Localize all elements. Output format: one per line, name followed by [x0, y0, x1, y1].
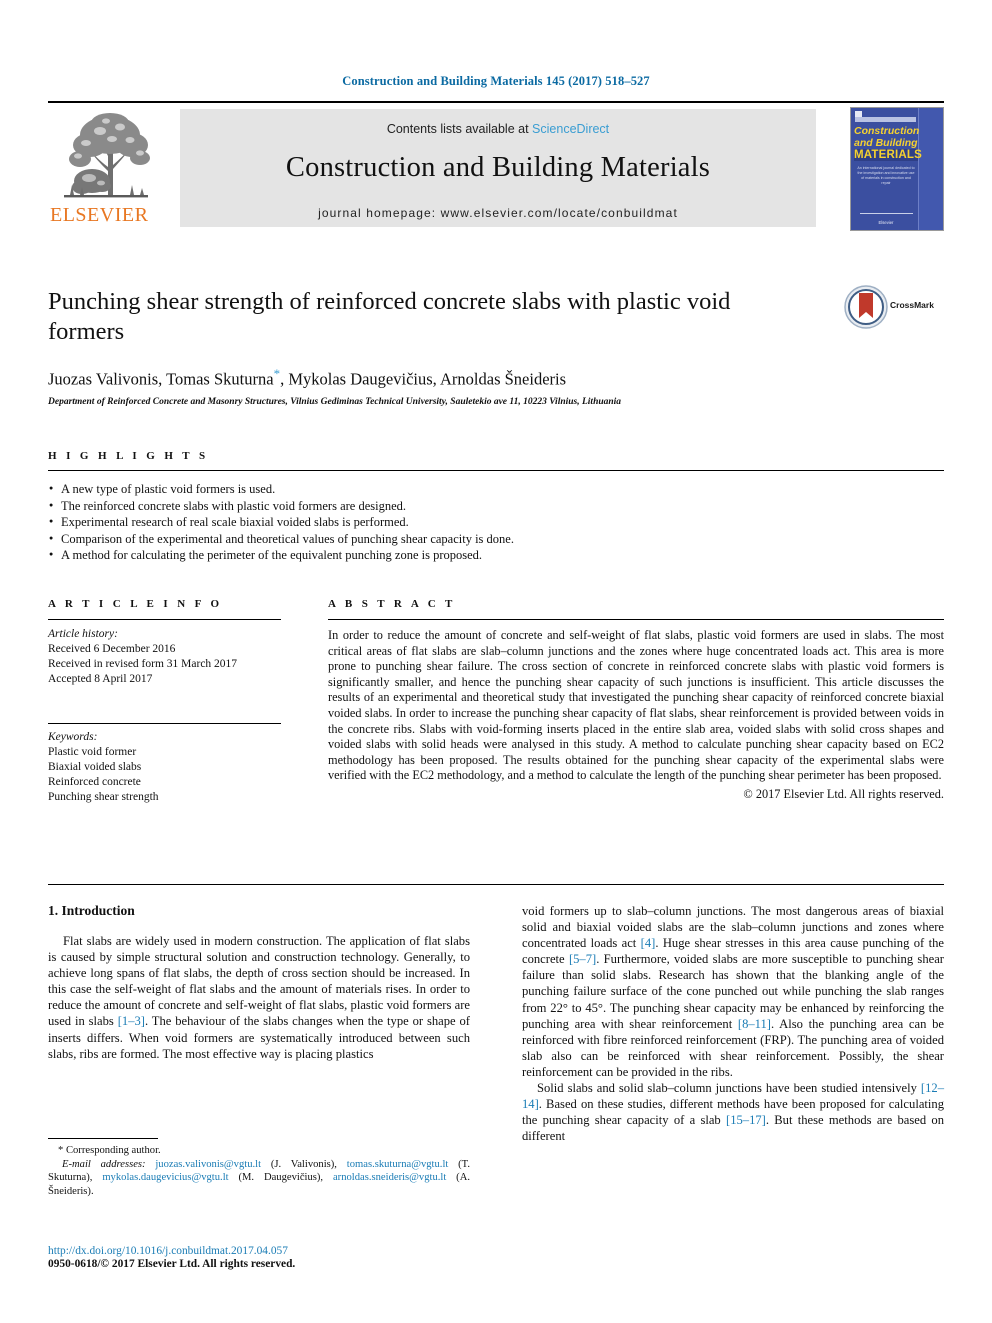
article-history-label: Article history: — [48, 628, 118, 640]
cover-footer-rule — [860, 213, 913, 214]
body-column-right: void formers up to slab–column junctions… — [522, 903, 944, 1144]
elsevier-tree-icon — [64, 113, 150, 198]
doi-link[interactable]: http://dx.doi.org/10.1016/j.conbuildmat.… — [48, 1245, 488, 1257]
article-info-column: A R T I C L E I N F O Article history: R… — [48, 598, 281, 805]
article-history: Article history: Received 6 December 201… — [48, 627, 281, 687]
email-link[interactable]: mykolas.daugevicius@vgtu.lt — [102, 1172, 228, 1183]
section-heading-introduction: 1. Introduction — [48, 903, 135, 918]
cover-blurb: An international journal dedicated to th… — [857, 166, 915, 185]
cover-top-bar — [855, 117, 916, 122]
paragraph: Flat slabs are widely used in modern con… — [48, 934, 470, 1061]
paper-page: Construction and Building Materials 145 … — [0, 0, 992, 1323]
citation-link[interactable]: [12–14] — [522, 1081, 944, 1111]
elsevier-wordmark: ELSEVIER — [50, 204, 149, 226]
crossmark-label: CrossMark — [890, 300, 934, 310]
article-info-rule — [48, 619, 281, 620]
crossmark-icon — [844, 285, 888, 329]
authors-before-star: Juozas Valivonis, Tomas Skuturna — [48, 369, 274, 389]
title-block: Punching shear strength of reinforced co… — [48, 285, 944, 407]
email-link[interactable]: arnoldas.sneideris@vgtu.lt — [333, 1172, 446, 1183]
list-item: A method for calculating the perimeter o… — [48, 546, 944, 564]
author-list: Juozas Valivonis, Tomas Skuturna*, Mykol… — [48, 366, 944, 390]
crossmark-badge[interactable]: CrossMark — [844, 285, 944, 331]
list-item: The reinforced concrete slabs with plast… — [48, 497, 944, 515]
cover-footer-text: Elsevier — [878, 220, 894, 225]
masthead-center-band: Contents lists available at ScienceDirec… — [180, 109, 816, 227]
cover-spine — [918, 108, 943, 230]
elsevier-logo: ELSEVIER — [48, 109, 166, 227]
email-addresses-note: E-mail addresses: juozas.valivonis@vgtu.… — [48, 1158, 471, 1197]
cover-title-line3: MATERIALS — [854, 149, 923, 161]
highlights-section: H I G H L I G H T S A new type of plasti… — [48, 450, 944, 564]
paragraph: void formers up to slab–column junctions… — [522, 904, 944, 1079]
journal-title: Construction and Building Materials — [285, 152, 711, 183]
email-link[interactable]: tomas.skuturna@vgtu.lt — [347, 1159, 449, 1170]
journal-cover-thumbnail: Construction and Building MATERIALS An i… — [850, 107, 944, 231]
keywords-label: Keywords: — [48, 731, 98, 743]
keyword-item: Punching shear strength — [48, 791, 159, 803]
citation-link[interactable]: [5–7] — [569, 952, 596, 966]
sciencedirect-link[interactable]: ScienceDirect — [532, 122, 609, 136]
citation-link[interactable]: [4] — [641, 936, 656, 950]
paragraph: Solid slabs and solid slab–column juncti… — [522, 1081, 944, 1144]
keyword-item: Biaxial voided slabs — [48, 761, 142, 773]
citation-link[interactable]: [15–17] — [726, 1113, 766, 1127]
abstract-column: A B S T R A C T In order to reduce the a… — [328, 598, 944, 802]
keyword-item: Plastic void former — [48, 746, 137, 758]
highlights-rule — [48, 470, 944, 471]
article-info-heading: A R T I C L E I N F O — [48, 598, 223, 610]
contents-prefix: Contents lists available at — [386, 122, 529, 136]
authors-after-star: , Mykolas Daugevičius, Arnoldas Šneideri… — [280, 369, 567, 389]
page-title: Punching shear strength of reinforced co… — [48, 288, 731, 345]
article-history-received: Received 6 December 2016 — [48, 643, 176, 655]
journal-homepage-link[interactable]: journal homepage: www.elsevier.com/locat… — [180, 206, 816, 220]
highlights-heading: H I G H L I G H T S — [48, 450, 209, 462]
highlights-list: A new type of plastic void formers is us… — [48, 480, 944, 564]
journal-masthead: ELSEVIER Contents lists available at Sci… — [48, 101, 944, 232]
list-item: Comparison of the experimental and theor… — [48, 530, 944, 548]
article-history-accepted: Accepted 8 April 2017 — [48, 673, 153, 685]
body-columns: 1. Introduction Flat slabs are widely us… — [48, 903, 944, 1253]
corresponding-author-note: * Corresponding author. — [58, 1145, 161, 1156]
keywords-rule — [48, 723, 281, 724]
citation-link[interactable]: [8–11] — [738, 1017, 771, 1031]
issn-copyright-line: 0950-0618/© 2017 Elsevier Ltd. All right… — [48, 1258, 296, 1270]
email-link[interactable]: juozas.valivonis@vgtu.lt — [155, 1159, 261, 1170]
cover-title-line1: Construction — [854, 125, 920, 137]
abstract-rule — [328, 619, 944, 620]
article-identifiers: http://dx.doi.org/10.1016/j.conbuildmat.… — [48, 1245, 488, 1270]
body-column-left: 1. Introduction Flat slabs are widely us… — [48, 903, 470, 1062]
contents-list-line: Contents lists available at ScienceDirec… — [180, 122, 816, 136]
author-affiliation: Department of Reinforced Concrete and Ma… — [48, 396, 622, 407]
list-item: Experimental research of real scale biax… — [48, 513, 944, 531]
footnote-rule — [48, 1138, 158, 1139]
body-top-rule — [48, 884, 944, 885]
keyword-item: Reinforced concrete — [48, 776, 141, 788]
cover-title-line2: and Building — [854, 137, 918, 149]
abstract-text: In order to reduce the amount of concret… — [328, 628, 944, 783]
citation-link[interactable]: [1–3] — [118, 1014, 145, 1028]
abstract-copyright: © 2017 Elsevier Ltd. All rights reserved… — [743, 786, 944, 801]
footnotes-block: * Corresponding author. E-mail addresses… — [48, 1138, 470, 1198]
list-item: A new type of plastic void formers is us… — [48, 480, 944, 498]
article-history-revised: Received in revised form 31 March 2017 — [48, 658, 238, 670]
email-addresses-label: E-mail addresses: — [62, 1158, 156, 1170]
running-head: Construction and Building Materials 145 … — [342, 74, 650, 88]
cover-title-lines: Construction and Building — [854, 125, 920, 149]
keywords-block: Keywords: Plastic void former Biaxial vo… — [48, 730, 281, 805]
abstract-heading: A B S T R A C T — [328, 598, 456, 610]
